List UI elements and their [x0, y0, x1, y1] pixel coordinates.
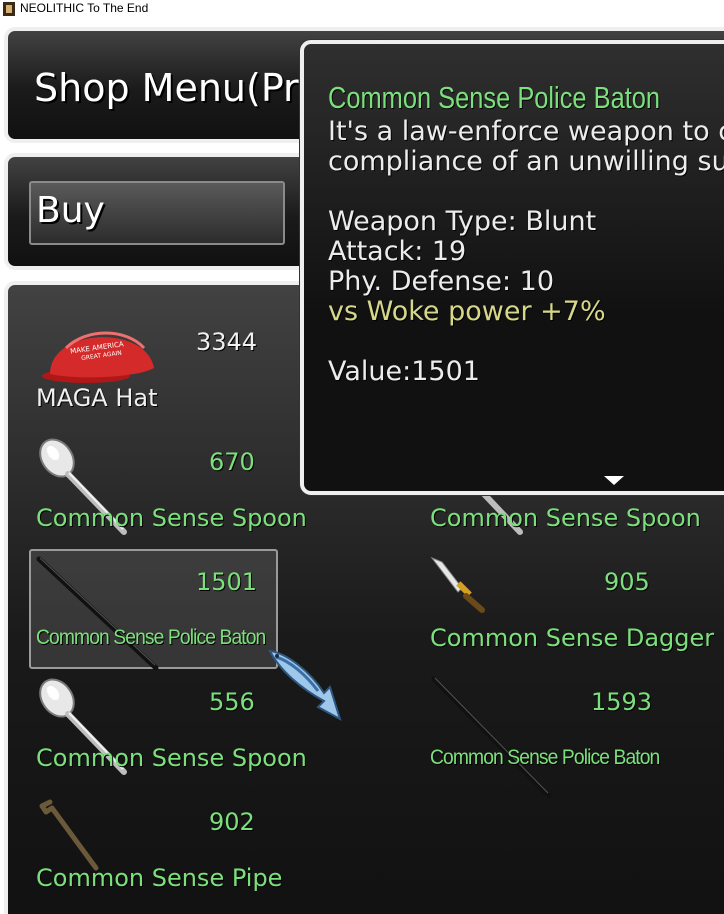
- item-name[interactable]: Common Sense Spoon: [36, 744, 307, 772]
- baton-icon: [431, 676, 552, 799]
- pipe-icon: [39, 799, 99, 871]
- dagger-icon: [430, 556, 485, 613]
- maga-hat-icon: MAKE AMERICA GREAT AGAIN: [42, 331, 154, 383]
- item-price: 905: [604, 568, 650, 596]
- tooltip-bonus: vs Woke power +7%: [328, 296, 606, 327]
- item-price: 1501: [196, 568, 258, 596]
- item-price: 670: [209, 448, 255, 476]
- tooltip-defense: Phy. Defense: 10: [328, 266, 555, 297]
- item-price: 3344: [196, 328, 258, 356]
- item-name[interactable]: Common Sense Spoon: [430, 504, 701, 532]
- tooltip-value: Value:1501: [328, 356, 480, 387]
- tooltip-attack: Attack: 19: [328, 236, 467, 267]
- item-name[interactable]: Common Sense Police Baton: [430, 746, 660, 770]
- buy-command-label: Buy: [36, 190, 105, 231]
- item-name[interactable]: Common Sense Police Baton: [36, 626, 266, 650]
- baton-icon: [36, 556, 159, 671]
- tooltip-description-line1: It's a law-enforce weapon to c: [328, 116, 724, 147]
- tooltip-item-name: Common Sense Police Baton: [328, 80, 661, 115]
- shop-title: Shop Menu(Pre: [34, 66, 322, 110]
- tooltip-description-line2: compliance of an unwilling subj: [328, 146, 724, 177]
- item-name[interactable]: Common Sense Pipe: [36, 864, 282, 892]
- item-price: 556: [209, 688, 255, 716]
- item-price: 1593: [591, 688, 653, 716]
- tooltip-weapon-type: Weapon Type: Blunt: [328, 206, 597, 237]
- item-price: 902: [209, 808, 255, 836]
- item-name[interactable]: Common Sense Spoon: [36, 504, 307, 532]
- item-name[interactable]: Common Sense Dagger: [430, 624, 714, 652]
- scroll-down-arrow-icon[interactable]: [604, 476, 624, 485]
- game-screen[interactable]: Shop Menu(Pre Buy MAKE AMERICA GREAT AGA…: [0, 0, 724, 914]
- item-name[interactable]: MAGA Hat: [36, 384, 158, 412]
- fish-cursor-icon: [268, 649, 342, 722]
